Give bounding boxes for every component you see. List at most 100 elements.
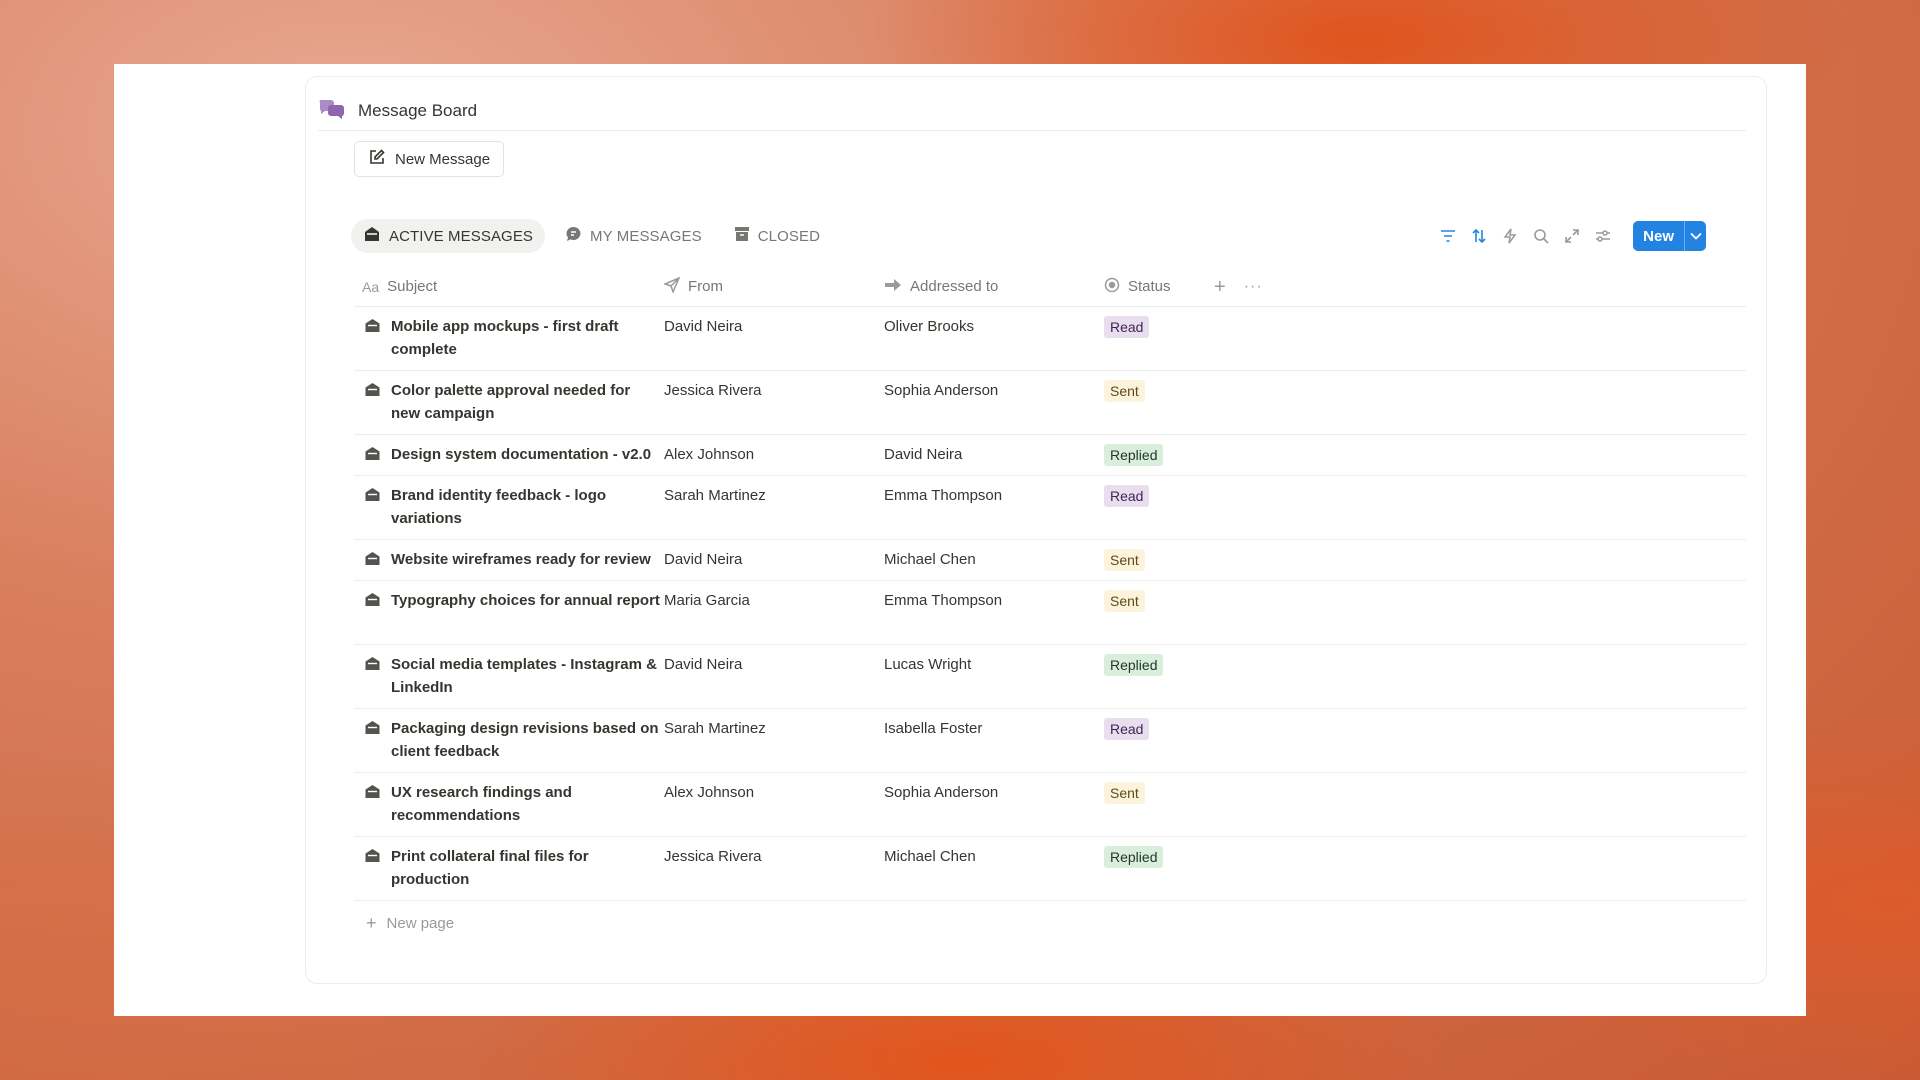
status-cell[interactable]: Read — [1104, 709, 1214, 740]
subject-text: Brand identity feedback - logo variation… — [391, 487, 607, 527]
inbox-icon — [364, 484, 381, 530]
subject-cell[interactable]: Packaging design revisions based on clie… — [354, 709, 664, 763]
chevron-down-icon[interactable] — [1684, 221, 1706, 251]
inbox-icon — [364, 589, 381, 612]
more-options-icon[interactable]: ··· — [1244, 278, 1263, 296]
addressed-to-cell[interactable]: David Neira — [884, 435, 1104, 464]
status-cell[interactable]: Sent — [1104, 540, 1214, 571]
subject-text: UX research findings and recommendations — [391, 784, 572, 824]
addressed-to-cell[interactable]: Oliver Brooks — [884, 307, 1104, 336]
status-cell[interactable]: Replied — [1104, 645, 1214, 676]
column-label: Addressed to — [910, 278, 999, 295]
from-cell[interactable]: Alex Johnson — [664, 435, 884, 464]
addressed-to-cell[interactable]: Sophia Anderson — [884, 371, 1104, 400]
addressed-to-cell[interactable]: Emma Thompson — [884, 581, 1104, 610]
tab-label: ACTIVE MESSAGES — [389, 227, 534, 245]
status-cell[interactable]: Replied — [1104, 837, 1214, 868]
subject-text: Packaging design revisions based on clie… — [391, 720, 659, 760]
settings-icon[interactable] — [1593, 226, 1613, 246]
status-badge: Replied — [1104, 654, 1164, 676]
message-board-card: Message Board New Message ACTIVE MESSAGE… — [305, 76, 1767, 984]
plus-icon: + — [366, 912, 377, 933]
subject-text: Typography choices for annual report — [391, 592, 660, 609]
new-record-button[interactable]: New — [1633, 221, 1706, 251]
status-badge: Replied — [1104, 846, 1164, 868]
addressed-to-cell[interactable]: Michael Chen — [884, 540, 1104, 569]
view-tabs: ACTIVE MESSAGES MY MESSAGES CLOSED — [351, 219, 832, 253]
table-row[interactable]: Color palette approval needed for new ca… — [354, 371, 1746, 435]
from-cell[interactable]: Sarah Martinez — [664, 709, 884, 738]
addressed-to-cell[interactable]: Michael Chen — [884, 837, 1104, 866]
status-cell[interactable]: Sent — [1104, 581, 1214, 612]
from-cell[interactable]: Alex Johnson — [664, 773, 884, 802]
table-row[interactable]: Typography choices for annual report Mar… — [354, 581, 1746, 645]
subject-cell[interactable]: Typography choices for annual report — [354, 581, 664, 612]
sort-icon[interactable] — [1469, 226, 1489, 246]
search-icon[interactable] — [1531, 226, 1551, 246]
column-label: Status — [1128, 278, 1171, 295]
status-badge: Replied — [1104, 444, 1164, 466]
table-row[interactable]: Brand identity feedback - logo variation… — [354, 476, 1746, 540]
from-cell[interactable]: Jessica Rivera — [664, 837, 884, 866]
status-cell[interactable]: Read — [1104, 476, 1214, 507]
subject-cell[interactable]: UX research findings and recommendations — [354, 773, 664, 827]
tab-closed[interactable]: CLOSED — [722, 219, 832, 253]
expand-icon[interactable] — [1562, 226, 1582, 246]
page-title: Message Board — [358, 100, 478, 120]
database-toolbar: New — [1438, 219, 1706, 253]
column-label: From — [688, 278, 723, 295]
tab-active-messages[interactable]: ACTIVE MESSAGES — [351, 219, 546, 253]
column-header-subject[interactable]: Aa Subject — [354, 278, 664, 295]
filter-icon[interactable] — [1438, 226, 1458, 246]
status-cell[interactable]: Sent — [1104, 371, 1214, 402]
status-badge: Read — [1104, 485, 1150, 507]
addressed-to-cell[interactable]: Sophia Anderson — [884, 773, 1104, 802]
from-cell[interactable]: David Neira — [664, 307, 884, 336]
subject-cell[interactable]: Website wireframes ready for review — [354, 540, 664, 571]
inbox-icon — [364, 548, 381, 571]
table-row[interactable]: Design system documentation - v2.0 Alex … — [354, 435, 1746, 476]
addressed-to-cell[interactable]: Emma Thompson — [884, 476, 1104, 505]
inbox-icon — [364, 653, 381, 699]
status-cell[interactable]: Replied — [1104, 435, 1214, 466]
subject-cell[interactable]: Brand identity feedback - logo variation… — [354, 476, 664, 530]
status-cell[interactable]: Sent — [1104, 773, 1214, 804]
inbox-icon — [364, 443, 381, 466]
new-page-button[interactable]: + New page — [354, 901, 1746, 945]
add-property-icon[interactable]: + — [1214, 277, 1226, 297]
tab-my-messages[interactable]: MY MESSAGES — [553, 219, 714, 253]
table-row[interactable]: Print collateral final files for product… — [354, 837, 1746, 901]
tab-label: CLOSED — [757, 227, 821, 245]
subject-cell[interactable]: Print collateral final files for product… — [354, 837, 664, 891]
status-badge: Sent — [1104, 590, 1145, 612]
addressed-to-cell[interactable]: Lucas Wright — [884, 645, 1104, 674]
table-row[interactable]: Packaging design revisions based on clie… — [354, 709, 1746, 773]
addressed-to-cell[interactable]: Isabella Foster — [884, 709, 1104, 738]
from-cell[interactable]: Jessica Rivera — [664, 371, 884, 400]
inbox-icon — [364, 717, 381, 763]
table-header: Aa Subject From Addressed to Status + ··… — [354, 267, 1746, 307]
table-row[interactable]: Social media templates - Instagram & Lin… — [354, 645, 1746, 709]
subject-cell[interactable]: Color palette approval needed for new ca… — [354, 371, 664, 425]
from-cell[interactable]: Maria Garcia — [664, 581, 884, 610]
column-header-addressed-to[interactable]: Addressed to — [884, 278, 1104, 296]
subject-cell[interactable]: Design system documentation - v2.0 — [354, 435, 664, 466]
from-cell[interactable]: David Neira — [664, 540, 884, 569]
new-message-button[interactable]: New Message — [354, 141, 505, 177]
from-cell[interactable]: Sarah Martinez — [664, 476, 884, 505]
inbox-icon — [364, 845, 381, 891]
table-row[interactable]: UX research findings and recommendations… — [354, 773, 1746, 837]
automation-icon[interactable] — [1500, 226, 1520, 246]
table-row[interactable]: Website wireframes ready for review Davi… — [354, 540, 1746, 581]
forward-arrow-icon — [884, 278, 902, 296]
status-cell[interactable]: Read — [1104, 307, 1214, 338]
column-header-from[interactable]: From — [662, 276, 884, 297]
column-header-status[interactable]: Status — [1104, 277, 1214, 297]
from-cell[interactable]: David Neira — [664, 645, 884, 674]
chat-bubble-icon — [565, 226, 582, 247]
subject-text: Print collateral final files for product… — [391, 848, 589, 888]
table-row[interactable]: Mobile app mockups - first draft complet… — [354, 307, 1746, 371]
subject-cell[interactable]: Mobile app mockups - first draft complet… — [354, 307, 664, 361]
subject-cell[interactable]: Social media templates - Instagram & Lin… — [354, 645, 664, 699]
tab-label: MY MESSAGES — [590, 227, 702, 245]
